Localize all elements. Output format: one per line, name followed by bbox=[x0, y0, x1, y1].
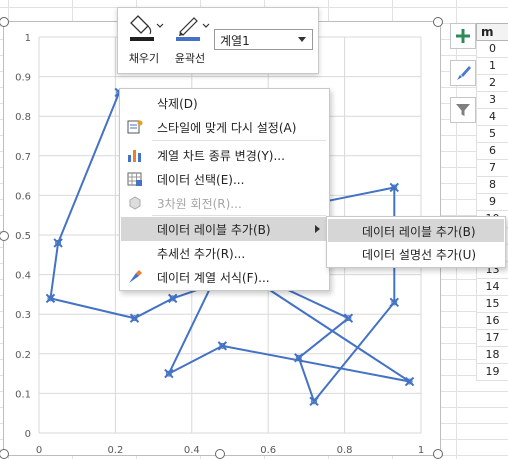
row-number[interactable]: 0 bbox=[476, 41, 508, 58]
chart-filters-button[interactable] bbox=[450, 97, 476, 123]
row-number[interactable]: 6 bbox=[476, 143, 508, 160]
data-point-marker[interactable] bbox=[167, 293, 178, 304]
outline-label: 윤곽선 bbox=[174, 52, 206, 65]
x-tick-label: 0.8 bbox=[337, 445, 353, 455]
menu-separator bbox=[152, 215, 326, 216]
y-tick-label: 0.3 bbox=[15, 310, 31, 321]
row-number[interactable]: 19 bbox=[476, 364, 508, 381]
menu-item-format-data-series[interactable]: 데이터 계열 서식(F)... bbox=[121, 265, 328, 289]
menu-item-delete[interactable]: 삭제(D) bbox=[121, 91, 328, 115]
chart-elements-button[interactable] bbox=[450, 23, 476, 49]
row-number[interactable]: 18 bbox=[476, 347, 508, 364]
menu-item-3d-rotation[interactable]: 3차원 회전(R)... bbox=[121, 191, 328, 215]
y-tick-label: 0.5 bbox=[15, 231, 31, 242]
submenu-item-add-data-callouts[interactable]: 데이터 설명선 추가(U) bbox=[328, 242, 504, 265]
menu-item-change-chart-type[interactable]: 계열 차트 종류 변경(Y)... bbox=[121, 143, 328, 167]
pen-outline-icon bbox=[176, 17, 210, 41]
filter-icon bbox=[456, 104, 470, 116]
row-number[interactable]: 5 bbox=[476, 126, 508, 143]
paintbrush-icon bbox=[457, 66, 471, 80]
data-point-marker[interactable] bbox=[53, 238, 63, 248]
submenu-item-add-data-labels[interactable]: 데이터 레이블 추가(B) bbox=[328, 219, 504, 242]
resize-handle-bottom[interactable] bbox=[215, 449, 225, 459]
row-number[interactable]: 2 bbox=[476, 75, 508, 92]
series-dropdown-value: 계열1 bbox=[220, 34, 250, 48]
chevron-down-icon bbox=[298, 37, 306, 42]
row-number[interactable]: 17 bbox=[476, 330, 508, 347]
series-dropdown[interactable]: 계열1 bbox=[214, 29, 313, 50]
data-point-marker[interactable] bbox=[217, 341, 228, 351]
y-tick-label: 0 bbox=[25, 429, 31, 440]
outline-button[interactable]: 윤곽선 bbox=[168, 12, 212, 68]
resize-handle-top-right[interactable] bbox=[433, 17, 443, 27]
x-tick-label: 1 bbox=[418, 445, 424, 455]
data-point-marker[interactable] bbox=[294, 353, 304, 363]
row-number-column: m 012345678910111213141516171819 bbox=[476, 23, 508, 381]
x-tick-label: 0 bbox=[36, 445, 42, 455]
fill-label: 채우기 bbox=[128, 52, 160, 65]
data-point-marker[interactable] bbox=[309, 396, 319, 407]
row-number[interactable]: 7 bbox=[476, 160, 508, 177]
row-number[interactable]: 9 bbox=[476, 194, 508, 211]
y-tick-label: 0.7 bbox=[15, 152, 31, 163]
column-header[interactable]: m bbox=[476, 23, 508, 41]
y-tick-label: 0.6 bbox=[15, 191, 31, 202]
data-point-marker[interactable] bbox=[389, 297, 399, 308]
format-series-icon bbox=[129, 270, 142, 283]
row-number[interactable]: 3 bbox=[476, 92, 508, 109]
data-point-marker[interactable] bbox=[164, 368, 174, 379]
y-tick-label: 0.2 bbox=[15, 350, 31, 361]
x-tick-label: 0.6 bbox=[260, 445, 276, 455]
row-number[interactable]: 1 bbox=[476, 58, 508, 75]
row-number[interactable]: 14 bbox=[476, 279, 508, 296]
data-point-marker[interactable] bbox=[389, 182, 399, 193]
y-tick-label: 0.9 bbox=[15, 73, 31, 84]
y-tick-label: 1 bbox=[25, 33, 31, 44]
fill-button[interactable]: 채우기 bbox=[122, 12, 166, 68]
data-point-marker[interactable] bbox=[45, 293, 56, 304]
y-tick-label: 0.1 bbox=[15, 389, 31, 400]
y-tick-label: 0.4 bbox=[15, 271, 31, 282]
menu-item-reset-style[interactable]: 스타일에 맞게 다시 설정(A) bbox=[121, 115, 328, 139]
plus-icon bbox=[456, 29, 470, 43]
data-point-marker[interactable] bbox=[129, 313, 140, 323]
row-number[interactable]: 16 bbox=[476, 313, 508, 330]
submenu-arrow-icon bbox=[315, 225, 320, 233]
menu-separator bbox=[152, 140, 326, 141]
menu-item-add-data-labels[interactable]: 데이터 레이블 추가(B) bbox=[121, 217, 328, 241]
x-tick-label: 0.2 bbox=[107, 445, 123, 455]
menu-item-select-data[interactable]: 데이터 선택(E)... bbox=[121, 167, 328, 191]
x-tick-label: 0.4 bbox=[184, 445, 200, 455]
format-mini-toolbar: 채우기 윤곽선 계열1 bbox=[117, 7, 319, 74]
data-point-marker[interactable] bbox=[343, 313, 354, 323]
reset-style-icon bbox=[127, 120, 143, 134]
row-number[interactable]: 4 bbox=[476, 109, 508, 126]
rotate-3d-icon bbox=[129, 196, 141, 210]
chart-type-icon bbox=[128, 150, 141, 162]
menu-item-add-trendline[interactable]: 추세선 추가(R)... bbox=[121, 241, 328, 265]
row-number[interactable]: 15 bbox=[476, 296, 508, 313]
chart-styles-button[interactable] bbox=[450, 60, 476, 86]
data-point-marker[interactable] bbox=[404, 376, 415, 387]
select-data-icon bbox=[127, 172, 142, 186]
paint-bucket-icon bbox=[130, 15, 164, 41]
row-number[interactable]: 8 bbox=[476, 177, 508, 194]
y-tick-label: 0.8 bbox=[15, 112, 31, 123]
resize-handle-bottom-right[interactable] bbox=[433, 449, 443, 459]
context-menu: 삭제(D) 스타일에 맞게 다시 설정(A) 계열 차트 종류 변경(Y)...… bbox=[119, 88, 330, 291]
data-labels-submenu: 데이터 레이블 추가(B) 데이터 설명선 추가(U) bbox=[326, 216, 506, 268]
